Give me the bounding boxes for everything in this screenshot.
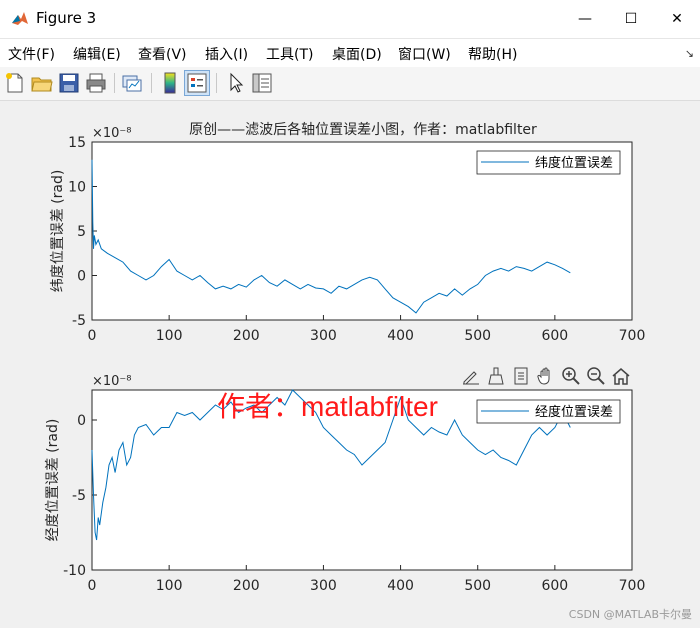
axes-1-legend-label: 纬度位置误差 <box>535 155 613 171</box>
axes-1-xtick-label: 0 <box>88 328 97 344</box>
axes-1-title: 原创——滤波后各轴位置误差小图，作者：matlabfilter <box>189 122 537 138</box>
axes-2-exponent: ×10⁻⁸ <box>92 374 132 389</box>
axes-1-xtick-label: 400 <box>387 328 414 344</box>
data-tips-icon[interactable] <box>511 366 531 386</box>
axes-2-xtick-label: 200 <box>233 578 260 594</box>
axes-2-xtick-label: 600 <box>541 578 568 594</box>
axes-1-ytick-label: -5 <box>72 313 86 329</box>
axes-2-legend-label: 经度位置误差 <box>535 404 613 420</box>
pan-hand-icon[interactable] <box>536 366 556 386</box>
axes-2-xtick-label: 100 <box>156 578 183 594</box>
axes-2-ylabel: 经度位置误差 (rad) <box>45 419 61 542</box>
axes-1-exponent: ×10⁻⁸ <box>92 126 132 141</box>
axes-2-ytick-label: 0 <box>77 413 86 429</box>
axes-1-legend[interactable]: 纬度位置误差 <box>476 150 621 175</box>
axes-1-xtick-label: 300 <box>310 328 337 344</box>
axes-1-xtick-label: 200 <box>233 328 260 344</box>
zoom-in-icon[interactable] <box>561 366 581 386</box>
data-brush-icon[interactable] <box>486 366 506 386</box>
axes-2-xtick-label: 500 <box>464 578 491 594</box>
axes-2-xtick-label: 400 <box>387 578 414 594</box>
home-icon[interactable] <box>611 366 631 386</box>
brush-edit-icon[interactable] <box>461 366 481 386</box>
axes-2-xtick-label: 300 <box>310 578 337 594</box>
zoom-out-icon[interactable] <box>586 366 606 386</box>
axes-1-ytick-label: 5 <box>77 224 86 240</box>
axes-2-xtick-label: 700 <box>619 578 646 594</box>
axes-1-xtick-label: 700 <box>619 328 646 344</box>
axes-1-ylabel: 纬度位置误差 (rad) <box>50 170 66 293</box>
axes-1-ytick-label: 10 <box>68 180 86 196</box>
axes-2-legend[interactable]: 经度位置误差 <box>476 399 621 424</box>
axes-1-xtick-label: 100 <box>156 328 183 344</box>
axes-2-ytick-label: -10 <box>63 563 86 579</box>
csdn-watermark: CSDN @MATLAB卡尔曼 <box>568 608 692 621</box>
axes-2-ytick-label: -5 <box>72 488 86 504</box>
author-watermark: 作者：matlabfilter <box>217 391 438 422</box>
axes-1-xtick-label: 500 <box>464 328 491 344</box>
axes-2-xtick-label: 0 <box>88 578 97 594</box>
axes-1-ytick-label: 0 <box>77 269 86 285</box>
axes-1-ytick-label: 15 <box>68 135 86 151</box>
plots-svg: 原创——滤波后各轴位置误差小图，作者：matlabfilter ×10⁻⁸ 纬度… <box>45 122 646 594</box>
axes-1-xtick-label: 600 <box>541 328 568 344</box>
